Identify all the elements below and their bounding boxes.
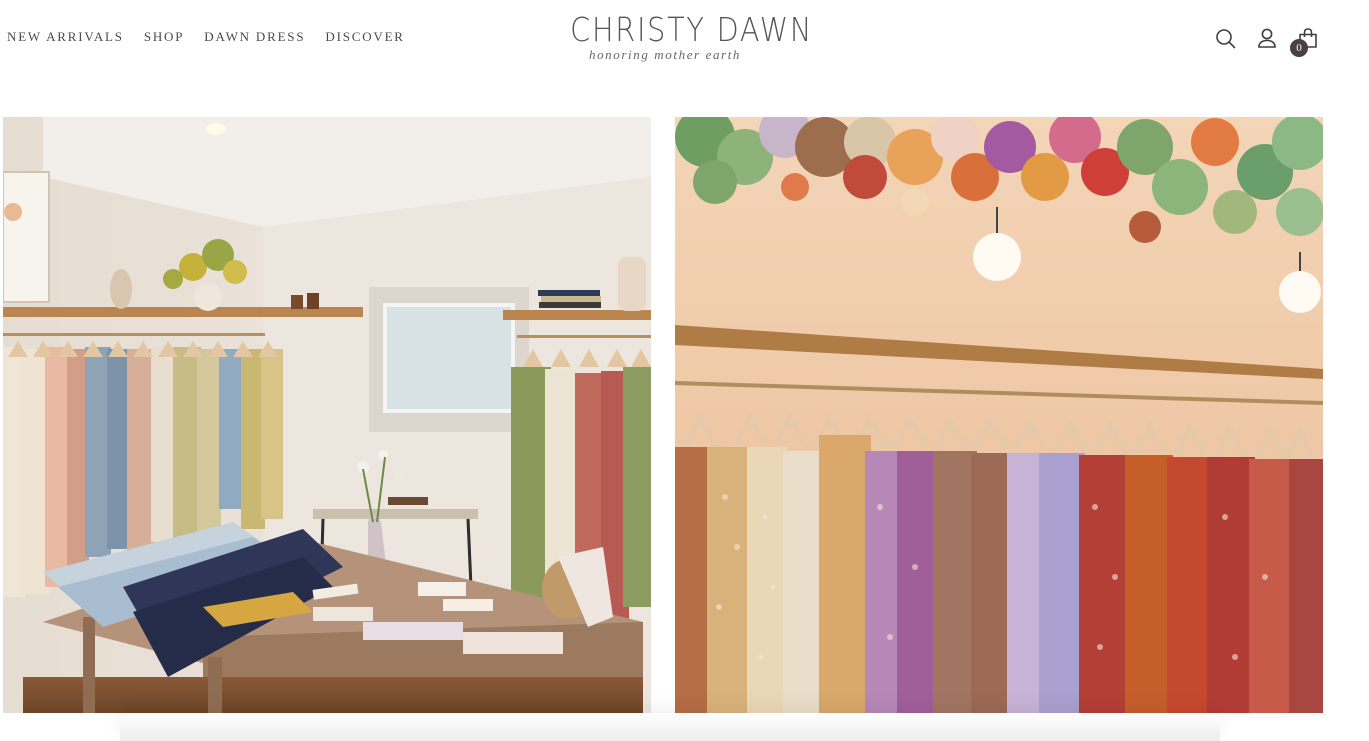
site-header: NEW ARRIVALS SHOP DAWN DRESS DISCOVER CH… (0, 0, 1369, 80)
bottom-overlay-bar (120, 713, 1220, 741)
brand-logo[interactable]: CHRISTY DAWN honoring mother earth (556, 10, 814, 63)
nav-new-arrivals[interactable]: NEW ARRIVALS (7, 29, 124, 45)
nav-dawn-dress[interactable]: DAWN DRESS (204, 29, 305, 45)
main-nav: NEW ARRIVALS SHOP DAWN DRESS DISCOVER (7, 29, 405, 45)
logo-title: CHRISTY DAWN (570, 10, 814, 49)
cart-count-badge: 0 (1290, 39, 1308, 57)
store-interior-photo-right[interactable] (675, 117, 1323, 713)
store-interior-photo-left[interactable] (3, 117, 651, 713)
nav-discover[interactable]: DISCOVER (325, 29, 404, 45)
account-icon[interactable] (1255, 26, 1279, 50)
nav-shop[interactable]: SHOP (144, 29, 184, 45)
search-icon[interactable] (1214, 26, 1238, 50)
